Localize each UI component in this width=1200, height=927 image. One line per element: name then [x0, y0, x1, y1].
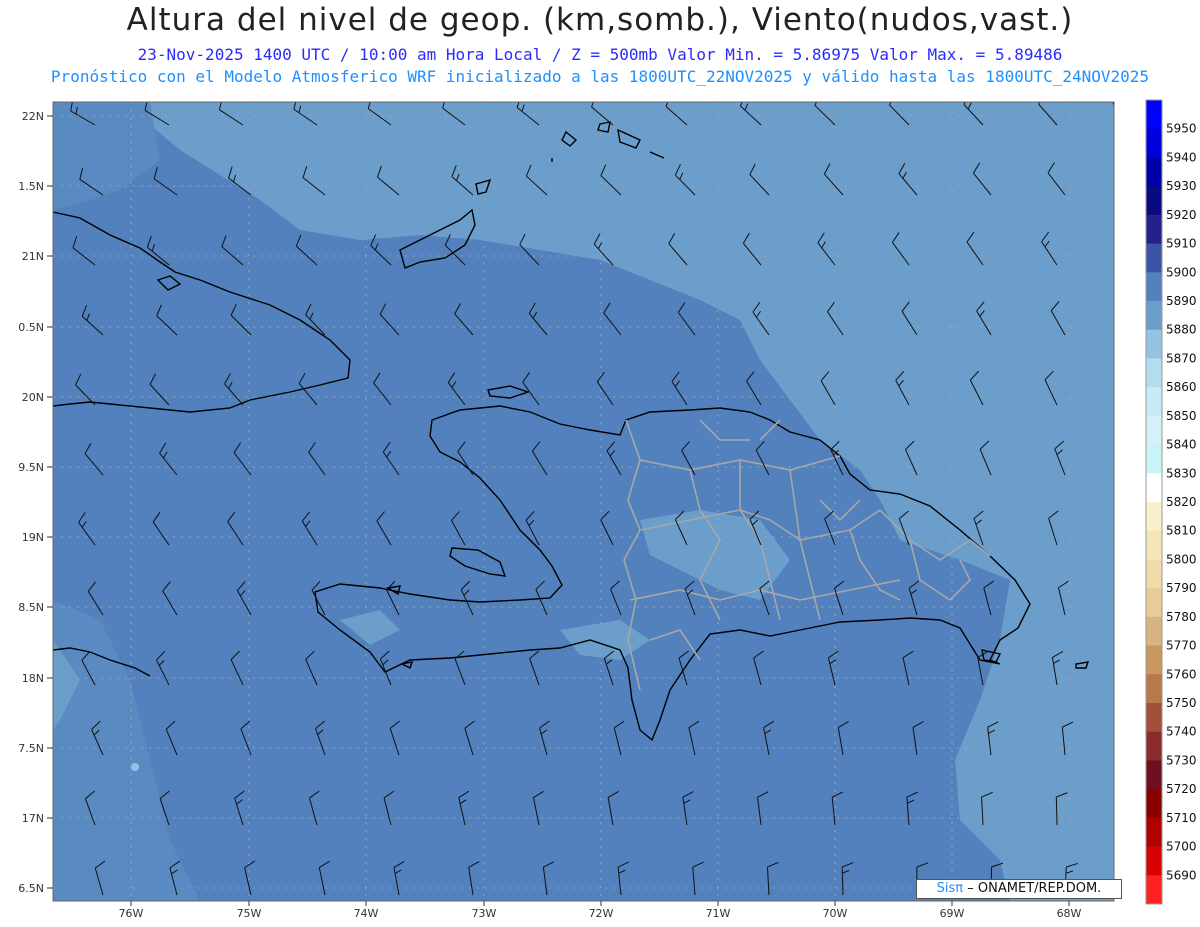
- lat-label: 8.5N: [18, 601, 44, 614]
- colorbar-swatch: [1146, 214, 1162, 245]
- colorbar-label: 5890: [1166, 294, 1197, 308]
- colorbar-label: 5860: [1166, 380, 1197, 394]
- colorbar-swatch: [1146, 846, 1162, 876]
- colorbar-swatch: [1146, 588, 1162, 618]
- colorbar-label: 5870: [1166, 351, 1197, 365]
- colorbar-swatch: [1146, 243, 1162, 273]
- colorbar-label: 5760: [1166, 667, 1197, 681]
- colorbar-label: 5820: [1166, 495, 1197, 509]
- colorbar-label: 5810: [1166, 524, 1197, 538]
- wind-barb: [1129, 441, 1139, 475]
- colorbar-label: 5910: [1166, 237, 1197, 251]
- colorbar-swatch: [1146, 616, 1162, 647]
- lon-label: 74W: [354, 907, 379, 920]
- colorbar-label: 5780: [1166, 610, 1197, 624]
- colorbar-label: 5930: [1166, 179, 1197, 193]
- colorbar-swatch: [1146, 157, 1162, 187]
- lat-label: 19N: [22, 531, 44, 544]
- lat-label: 18N: [22, 672, 44, 685]
- colorbar-label: 5740: [1166, 725, 1197, 739]
- lat-label: 6.5N: [18, 882, 44, 895]
- colorbar-label: 5710: [1166, 811, 1197, 825]
- wind-barb: [1112, 102, 1114, 106]
- longitude-labels: 76W 75W 74W 73W 72W 71W 70W 69W 68W: [119, 901, 1082, 920]
- wind-barb: [1123, 162, 1139, 195]
- colorbar-swatch: [1146, 415, 1162, 446]
- lon-label: 76W: [119, 907, 144, 920]
- colorbar-swatch: [1146, 674, 1162, 704]
- colorbar-swatch: [1146, 817, 1162, 848]
- colorbar-label: 5690: [1166, 868, 1197, 882]
- wind-barb: [1116, 232, 1131, 265]
- colorbar-swatch: [1146, 128, 1162, 158]
- lat-label: 21N: [22, 250, 44, 263]
- lat-label: 1.5N: [18, 180, 44, 193]
- colorbar-swatch: [1146, 789, 1162, 819]
- lat-label: 20N: [22, 391, 44, 404]
- colorbar-label: 5790: [1166, 581, 1197, 595]
- colorbar-swatch: [1146, 559, 1162, 589]
- lon-label: 73W: [472, 907, 497, 920]
- colorbar-swatch: [1146, 473, 1162, 503]
- colorbar-swatch: [1146, 329, 1162, 359]
- colorbar-swatch: [1146, 731, 1162, 761]
- lat-label: 9.5N: [18, 461, 44, 474]
- wind-barb: [1131, 793, 1142, 825]
- colorbar-label: 5840: [1166, 438, 1197, 452]
- colorbar-swatch: [1146, 760, 1162, 790]
- colorbar-swatch: [1146, 703, 1162, 733]
- colorbar-label: 5940: [1166, 150, 1197, 164]
- geopotential-shading: [53, 102, 1114, 901]
- wind-barb: [1120, 371, 1131, 405]
- credit-box: Sisπ – ONAMET/REP.DOM.: [916, 879, 1122, 899]
- lat-label: 22N: [22, 110, 44, 123]
- lon-label: 75W: [237, 907, 262, 920]
- colorbar-swatch: [1146, 272, 1162, 302]
- colorbar: 5950 5940 5930 5920 5910 5900 5890 5880 5870 5860…: [1145, 99, 1197, 905]
- colorbar-label: 5880: [1166, 323, 1197, 337]
- colorbar-label: 5900: [1166, 265, 1197, 279]
- lat-label: 7.5N: [18, 742, 44, 755]
- colorbar-swatch: [1146, 444, 1162, 474]
- colorbar-swatch: [1146, 530, 1162, 560]
- lat-label: 0.5N: [18, 321, 44, 334]
- credit-text: – ONAMET/REP.DOM.: [967, 881, 1102, 896]
- colorbar-swatch: [1146, 875, 1162, 905]
- latitude-labels: 22N 1.5N 21N 0.5N 20N 9.5N 19N 8.5N 18N 7.5N 17N 6.…: [18, 110, 53, 895]
- lon-label: 71W: [706, 907, 731, 920]
- colorbar-label: 5750: [1166, 696, 1197, 710]
- colorbar-label: 5770: [1166, 639, 1197, 653]
- colorbar-label: 5850: [1166, 409, 1197, 423]
- colorbar-swatch: [1146, 186, 1162, 216]
- wind-barb: [1133, 581, 1143, 615]
- colorbar-swatch: [1146, 301, 1162, 331]
- wind-barb: [1127, 652, 1138, 685]
- colorbar-swatch: [1146, 358, 1162, 388]
- colorbar-label: 5920: [1166, 208, 1197, 222]
- colorbar-label: 5800: [1166, 552, 1197, 566]
- lon-label: 72W: [589, 907, 614, 920]
- colorbar-label: 5700: [1166, 840, 1197, 854]
- map-canvas: 22N 1.5N 21N 0.5N 20N 9.5N 19N 8.5N 18N 7.5N 17N 6.…: [18, 99, 1197, 920]
- colorbar-swatch: [1146, 645, 1162, 675]
- lon-label: 68W: [1057, 907, 1082, 920]
- colorbar-label: 5950: [1166, 122, 1197, 136]
- colorbar-label: 5830: [1166, 466, 1197, 480]
- lat-label: 17N: [22, 812, 44, 825]
- lon-label: 69W: [940, 907, 965, 920]
- brand-logo: Sisπ: [936, 881, 964, 896]
- colorbar-swatch: [1146, 100, 1162, 130]
- colorbar-label: 5720: [1166, 782, 1197, 796]
- colorbar-label: 5730: [1166, 753, 1197, 767]
- lon-label: 70W: [823, 907, 848, 920]
- wind-barb: [1126, 301, 1139, 335]
- wind-barb: [1123, 511, 1133, 545]
- colorbar-swatch: [1146, 502, 1162, 532]
- colorbar-swatch: [1146, 387, 1162, 417]
